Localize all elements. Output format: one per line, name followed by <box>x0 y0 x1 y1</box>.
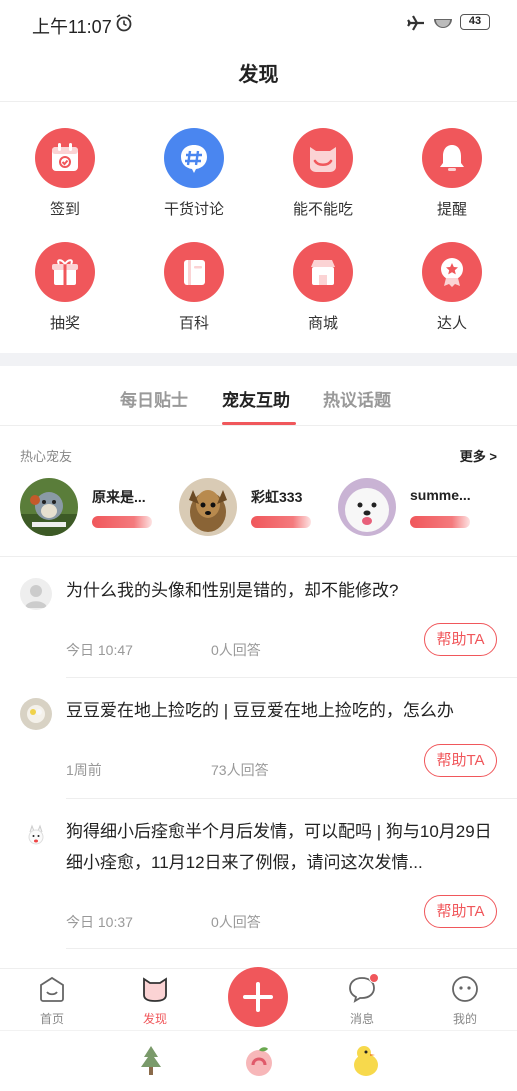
friends-title: 热心宠友 <box>20 449 73 464</box>
nav-messages[interactable]: 消息 <box>327 973 397 1027</box>
smiley-icon <box>452 976 478 1002</box>
feature-label: 百科 <box>178 315 209 332</box>
status-bar: 上午11:07 43 <box>0 0 517 48</box>
nav-label: 消息 <box>349 1012 374 1026</box>
help-button[interactable]: 帮助TA <box>424 623 497 656</box>
section-gap <box>0 353 517 366</box>
feature-lottery[interactable]: 抽奖 <box>0 242 130 333</box>
answer-count: 73人回答 <box>211 762 269 778</box>
help-button[interactable]: 帮助TA <box>424 895 497 928</box>
tab-hot-topics[interactable]: 热议话题 <box>323 386 391 411</box>
question-text: 为什么我的头像和性别是错的，却不能修改? <box>66 581 399 600</box>
answer-count: 0人回答 <box>211 914 261 930</box>
feature-shop[interactable]: 商城 <box>258 242 388 333</box>
feature-checkin[interactable]: 签到 <box>0 128 130 219</box>
tab-bar: 每日贴士 宠友互助 热议话题 <box>0 366 517 426</box>
feature-label: 能不能吃 <box>292 201 353 218</box>
gift-icon <box>35 242 95 302</box>
feature-can-eat[interactable]: 能不能吃 <box>258 128 388 219</box>
divider <box>66 798 517 799</box>
avatar <box>20 820 52 852</box>
nav-home[interactable]: 首页 <box>17 975 87 1027</box>
nav-label: 首页 <box>39 1012 64 1026</box>
activity-bar <box>410 516 470 528</box>
book-icon <box>164 242 224 302</box>
feature-discussion[interactable]: 干货讨论 <box>129 128 259 219</box>
peach-icon[interactable] <box>243 1043 275 1079</box>
tab-pet-help[interactable]: 宠友互助 <box>222 386 290 411</box>
notification-badge <box>369 973 379 983</box>
calendar-icon <box>35 128 95 188</box>
hashtag-icon <box>164 128 224 188</box>
feature-label: 签到 <box>49 201 80 218</box>
watermelon-icon <box>432 13 454 38</box>
bell-icon <box>422 128 482 188</box>
question-time: 今日 10:37 <box>66 914 133 930</box>
question-text: 狗得细小后痊愈半个月后发情，可以配吗 | 狗与10月29日细小痊愈，11月12日… <box>66 822 492 872</box>
airplane-mode-icon <box>406 13 426 38</box>
home-icon <box>40 976 64 1002</box>
cat-icon <box>143 977 167 1002</box>
friend-name: 彩虹333 <box>251 489 303 505</box>
help-button[interactable]: 帮助TA <box>424 744 497 777</box>
nav-profile[interactable]: 我的 <box>430 975 500 1027</box>
feature-label: 抽奖 <box>49 315 80 332</box>
divider <box>0 101 517 102</box>
avatar <box>179 478 237 536</box>
plus-icon <box>243 982 273 1012</box>
answer-count: 0人回答 <box>211 642 261 658</box>
star-badge-icon <box>422 242 482 302</box>
feature-reminder[interactable]: 提醒 <box>387 128 517 219</box>
divider <box>66 948 517 949</box>
divider <box>66 677 517 678</box>
active-tab-indicator <box>222 422 296 425</box>
bottom-navigation: 首页 发现 消息 我的 <box>0 967 517 1030</box>
post-button[interactable] <box>228 967 288 1027</box>
activity-bar <box>92 516 152 528</box>
feature-label: 提醒 <box>436 201 467 218</box>
alarm-icon <box>114 13 134 38</box>
chick-icon[interactable] <box>350 1043 382 1079</box>
nav-label: 发现 <box>142 1012 167 1026</box>
system-nav-bar <box>0 1030 517 1091</box>
question-time: 今日 10:47 <box>66 642 133 658</box>
friend-name: summe... <box>410 487 471 503</box>
more-link[interactable]: 更多 > <box>460 446 497 465</box>
feature-label: 干货讨论 <box>163 201 224 218</box>
avatar <box>20 698 52 730</box>
nav-label: 我的 <box>452 1012 477 1026</box>
shop-icon <box>293 242 353 302</box>
nav-discover[interactable]: 发现 <box>120 975 190 1027</box>
battery-indicator: 43 <box>460 14 490 30</box>
friend-name: 原来是... <box>92 489 146 505</box>
avatar <box>20 478 78 536</box>
feature-expert[interactable]: 达人 <box>387 242 517 333</box>
avatar <box>338 478 396 536</box>
tab-daily-tips[interactable]: 每日贴士 <box>120 386 188 411</box>
activity-bar <box>251 516 311 528</box>
avatar <box>20 578 52 610</box>
question-text: 豆豆爱在地上捡吃的 | 豆豆爱在地上捡吃的，怎么办 <box>66 701 454 720</box>
cat-face-icon <box>293 128 353 188</box>
feature-encyclopedia[interactable]: 百科 <box>129 242 259 333</box>
tree-icon[interactable] <box>136 1043 166 1079</box>
friends-header: 热心宠友 更多 > <box>20 446 497 465</box>
feature-label: 达人 <box>436 315 467 332</box>
feature-label: 商城 <box>307 315 338 332</box>
status-time: 上午11:07 <box>32 17 112 37</box>
page-title: 发现 <box>238 64 279 86</box>
question-time: 1周前 <box>66 762 102 778</box>
divider <box>0 556 517 557</box>
